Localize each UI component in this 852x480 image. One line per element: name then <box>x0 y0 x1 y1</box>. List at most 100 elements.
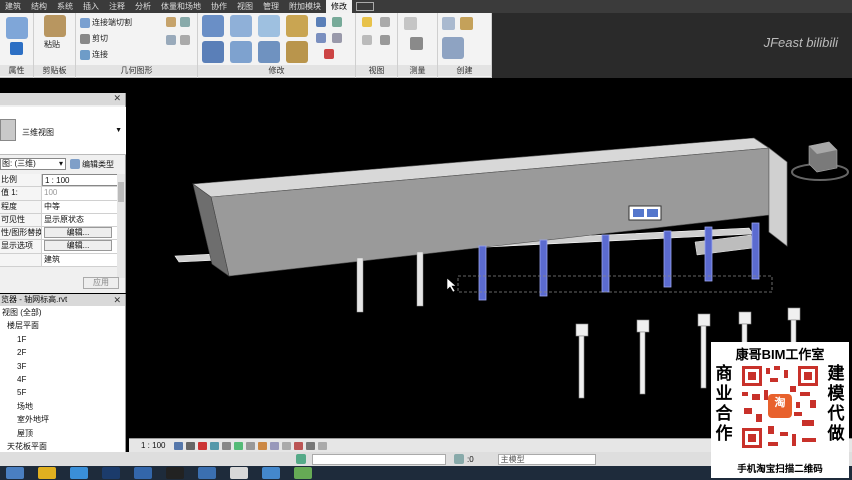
browser-tree-item[interactable]: 屋顶 <box>0 427 125 440</box>
mirror-draw-icon[interactable] <box>286 15 308 37</box>
delete-icon[interactable] <box>324 49 334 59</box>
tool2-icon[interactable] <box>294 467 312 479</box>
close-icon[interactable]: ✕ <box>113 294 121 306</box>
edit-type-button[interactable]: 编辑类型 <box>70 159 114 170</box>
selected-column[interactable] <box>601 234 610 293</box>
paste-button[interactable]: 粘贴 <box>44 39 60 50</box>
browser-tree-item[interactable]: 1F <box>0 333 125 346</box>
view-scale[interactable]: 1 : 100 <box>141 441 165 450</box>
tab-2[interactable]: 系统 <box>52 0 78 13</box>
workset-field[interactable] <box>312 453 446 465</box>
app-icon[interactable] <box>134 467 152 479</box>
filter-icon[interactable] <box>454 454 464 464</box>
properties-scrollbar[interactable] <box>117 174 125 278</box>
property-value[interactable]: 1 : 100 <box>42 174 118 187</box>
browser-tree-item[interactable]: 2F <box>0 346 125 359</box>
array-icon[interactable] <box>332 17 342 27</box>
pile-cap[interactable] <box>787 307 801 321</box>
notes-icon[interactable] <box>230 467 248 479</box>
explorer-icon[interactable] <box>38 467 56 479</box>
override-icon[interactable] <box>380 17 390 27</box>
analytical-icon[interactable] <box>306 441 316 450</box>
pile-cap[interactable] <box>636 319 650 333</box>
close-icon[interactable]: ✕ <box>113 93 121 104</box>
property-value[interactable]: 100 <box>42 187 118 200</box>
start-icon[interactable] <box>6 467 24 479</box>
edit-button[interactable]: 编辑... <box>44 227 112 239</box>
temp-hide-icon[interactable] <box>270 441 280 450</box>
pin-icon[interactable] <box>332 33 342 43</box>
paint-icon[interactable] <box>180 17 190 27</box>
tab-11[interactable]: 修改 <box>326 0 352 13</box>
pile-cap[interactable] <box>738 311 752 325</box>
hide-icon[interactable] <box>362 17 372 27</box>
selected-column[interactable] <box>704 226 713 282</box>
property-value[interactable]: 编辑... <box>42 227 118 240</box>
pile[interactable] <box>700 325 707 389</box>
selected-column[interactable] <box>539 239 548 297</box>
sun-path-icon[interactable] <box>198 441 208 450</box>
browser-tree-item[interactable]: 楼层平面 <box>0 319 125 332</box>
measure-icon[interactable] <box>404 17 417 30</box>
split-icon[interactable] <box>316 17 326 27</box>
mirror-axis-icon[interactable] <box>258 15 280 37</box>
tab-10[interactable]: 附加模块 <box>284 0 326 13</box>
create-similar-icon[interactable] <box>460 17 473 30</box>
demolish-icon[interactable] <box>180 35 190 45</box>
render-icon[interactable] <box>222 441 232 450</box>
linework-icon[interactable] <box>362 35 372 45</box>
tab-1[interactable]: 结构 <box>26 0 52 13</box>
tab-6[interactable]: 体量和场地 <box>156 0 206 13</box>
revit-icon[interactable] <box>198 467 216 479</box>
worksets-icon[interactable] <box>296 454 306 464</box>
split-face-icon[interactable] <box>166 17 176 27</box>
filter-icon[interactable] <box>380 35 390 45</box>
tab-3[interactable]: 插入 <box>78 0 104 13</box>
property-value[interactable]: 中等 <box>42 200 118 213</box>
column[interactable] <box>356 257 364 313</box>
ribbon-toggle-icon[interactable] <box>356 2 374 11</box>
tab-5[interactable]: 分析 <box>130 0 156 13</box>
highlight-displacement-icon[interactable] <box>318 441 328 450</box>
cut-button[interactable]: 剪切 <box>80 33 108 44</box>
scale-icon[interactable] <box>316 33 326 43</box>
shadows-icon[interactable] <box>210 441 220 450</box>
show-crop-icon[interactable] <box>246 441 256 450</box>
tab-4[interactable]: 注释 <box>104 0 130 13</box>
pile[interactable] <box>639 331 646 395</box>
align-icon[interactable] <box>202 15 224 37</box>
join-button[interactable]: 连接 <box>80 49 108 60</box>
browser-tree-item[interactable]: 4F <box>0 373 125 386</box>
worksharing-icon[interactable] <box>294 441 304 450</box>
edit-button[interactable]: 编辑... <box>44 240 112 252</box>
trim-icon[interactable] <box>286 41 308 63</box>
browser-tree-item[interactable]: 3F <box>0 360 125 373</box>
apply-button[interactable]: 应用 <box>83 277 119 289</box>
pile[interactable] <box>578 335 585 399</box>
photoshop-icon[interactable] <box>102 467 120 479</box>
tab-9[interactable]: 管理 <box>258 0 284 13</box>
browser-tree-item[interactable]: 场地 <box>0 400 125 413</box>
pile-cap[interactable] <box>575 323 589 337</box>
tab-7[interactable]: 协作 <box>206 0 232 13</box>
visual-style-icon[interactable] <box>186 441 196 450</box>
select-icon[interactable] <box>10 42 23 55</box>
browser-tree-item[interactable]: 5F <box>0 386 125 399</box>
copy-icon[interactable] <box>230 41 252 63</box>
tab-0[interactable]: 建筑 <box>0 0 26 13</box>
create-group-icon[interactable] <box>442 17 455 30</box>
crop-view-icon[interactable] <box>234 441 244 450</box>
property-value[interactable]: 建筑 <box>42 253 118 267</box>
assembly-icon[interactable] <box>442 37 464 59</box>
tab-8[interactable]: 视图 <box>232 0 258 13</box>
lock-view-icon[interactable] <box>258 441 268 450</box>
browser-tree-item[interactable]: 视图 (全部) <box>0 306 125 319</box>
browser-icon[interactable] <box>70 467 88 479</box>
dimension-icon[interactable] <box>410 37 423 50</box>
detail-level-icon[interactable] <box>174 441 184 450</box>
wall-join-icon[interactable] <box>166 35 176 45</box>
reveal-hidden-icon[interactable] <box>282 441 292 450</box>
tool-icon[interactable] <box>262 467 280 479</box>
media-icon[interactable] <box>166 467 184 479</box>
property-value[interactable]: 显示原状态 <box>42 213 118 227</box>
